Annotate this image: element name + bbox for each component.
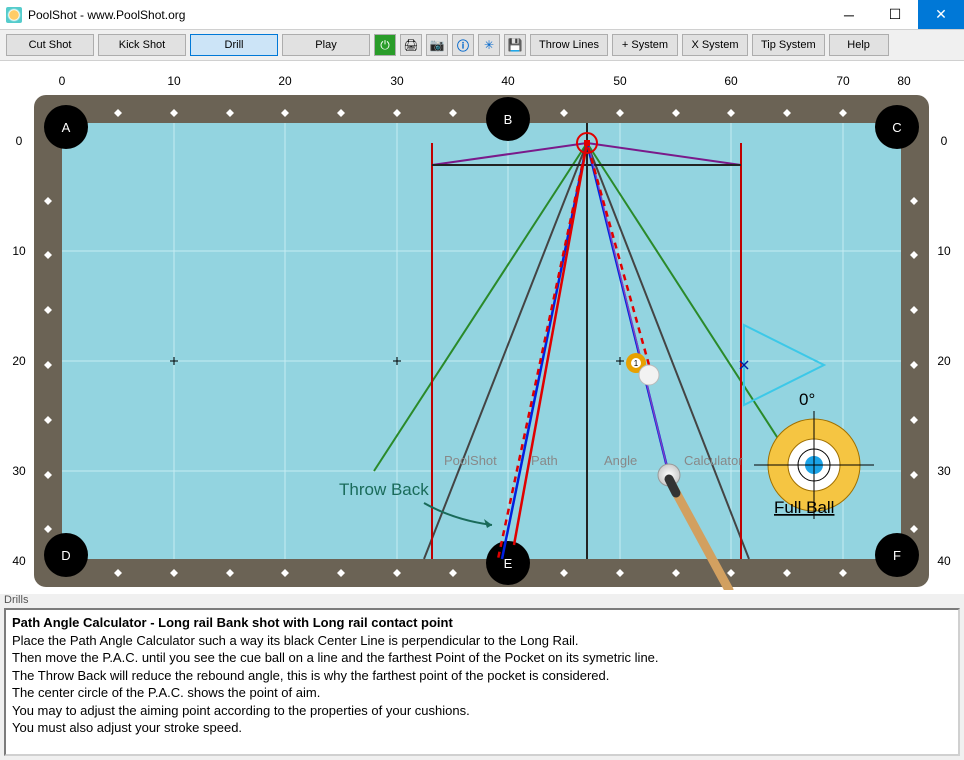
- ruler-y-4l: 40: [12, 554, 26, 568]
- print-icon[interactable]: 🖨: [400, 34, 422, 56]
- ruler-x-5: 50: [613, 74, 627, 88]
- maximize-button[interactable]: ☐: [872, 0, 918, 29]
- drills-line: You must also adjust your stroke speed.: [12, 719, 952, 737]
- table-area: 0 10 20 30 40 50 60 70 80 0 10 20 30 40 …: [0, 61, 964, 594]
- ruler-y-2l: 20: [12, 354, 26, 368]
- drills-line: The Throw Back will reduce the rebound a…: [12, 667, 952, 685]
- ruler-y-1r: 10: [937, 244, 951, 258]
- ruler-y-2r: 20: [937, 354, 951, 368]
- ruler-x-8: 80: [897, 74, 911, 88]
- ruler-y-0l: 0: [16, 134, 23, 148]
- play-button[interactable]: Play: [282, 34, 370, 56]
- svg-text:B: B: [504, 112, 513, 127]
- x-system-button[interactable]: X System: [682, 34, 748, 56]
- ruler-x-4: 40: [501, 74, 515, 88]
- throw-back-label: Throw Back: [339, 480, 429, 499]
- svg-text:F: F: [893, 548, 901, 563]
- svg-text:Full Ball: Full Ball: [774, 498, 834, 517]
- save-icon[interactable]: 💾: [504, 34, 526, 56]
- minimize-button[interactable]: ─: [826, 0, 872, 29]
- pool-table[interactable]: 0 10 20 30 40 50 60 70 80 0 10 20 30 40 …: [4, 65, 960, 590]
- svg-text:PoolShot: PoolShot: [444, 453, 497, 468]
- ruler-y-0r: 0: [941, 134, 948, 148]
- ruler-x-6: 60: [724, 74, 738, 88]
- drills-line: Then move the P.A.C. until you see the c…: [12, 649, 952, 667]
- ruler-x-0: 0: [59, 74, 66, 88]
- drills-heading: Path Angle Calculator - Long rail Bank s…: [12, 614, 952, 632]
- window-title: PoolShot - www.PoolShot.org: [28, 8, 826, 22]
- ruler-y-3l: 30: [12, 464, 26, 478]
- kick-shot-button[interactable]: Kick Shot: [98, 34, 186, 56]
- ghost-ball[interactable]: [639, 365, 659, 385]
- drills-panel[interactable]: Path Angle Calculator - Long rail Bank s…: [4, 608, 960, 756]
- toolbar: Cut Shot Kick Shot Drill Play ⏻ 🖨 📷 ⓘ ✳ …: [0, 30, 964, 61]
- ruler-x-3: 30: [390, 74, 404, 88]
- tip-system-button[interactable]: Tip System: [752, 34, 825, 56]
- svg-text:C: C: [892, 120, 901, 135]
- svg-text:Angle: Angle: [604, 453, 637, 468]
- svg-text:0°: 0°: [799, 390, 815, 409]
- ruler-y-3r: 30: [937, 464, 951, 478]
- drill-button[interactable]: Drill: [190, 34, 278, 56]
- throw-lines-button[interactable]: Throw Lines: [530, 34, 608, 56]
- camera-icon[interactable]: 📷: [426, 34, 448, 56]
- close-button[interactable]: ✕: [918, 0, 964, 29]
- help-button[interactable]: Help: [829, 34, 889, 56]
- app-icon: [6, 7, 22, 23]
- ruler-x-7: 70: [836, 74, 850, 88]
- drills-section-label: Drills: [0, 594, 964, 606]
- plus-system-button[interactable]: + System: [612, 34, 678, 56]
- ruler-y-1l: 10: [12, 244, 26, 258]
- drills-line: Place the Path Angle Calculator such a w…: [12, 632, 952, 650]
- svg-text:D: D: [61, 548, 70, 563]
- drills-line: You may to adjust the aiming point accor…: [12, 702, 952, 720]
- cog-icon[interactable]: ✳: [478, 34, 500, 56]
- drills-line: The center circle of the P.A.C. shows th…: [12, 684, 952, 702]
- svg-text:1: 1: [634, 359, 639, 368]
- svg-text:Calculator: Calculator: [684, 453, 743, 468]
- titlebar: PoolShot - www.PoolShot.org ─ ☐ ✕: [0, 0, 964, 30]
- ruler-y-4r: 40: [937, 554, 951, 568]
- svg-text:E: E: [504, 556, 513, 571]
- power-icon[interactable]: ⏻: [374, 34, 396, 56]
- cut-shot-button[interactable]: Cut Shot: [6, 34, 94, 56]
- ruler-x-1: 10: [167, 74, 181, 88]
- ruler-x-2: 20: [278, 74, 292, 88]
- info-icon[interactable]: ⓘ: [452, 34, 474, 56]
- svg-text:A: A: [62, 120, 71, 135]
- svg-text:Path: Path: [531, 453, 558, 468]
